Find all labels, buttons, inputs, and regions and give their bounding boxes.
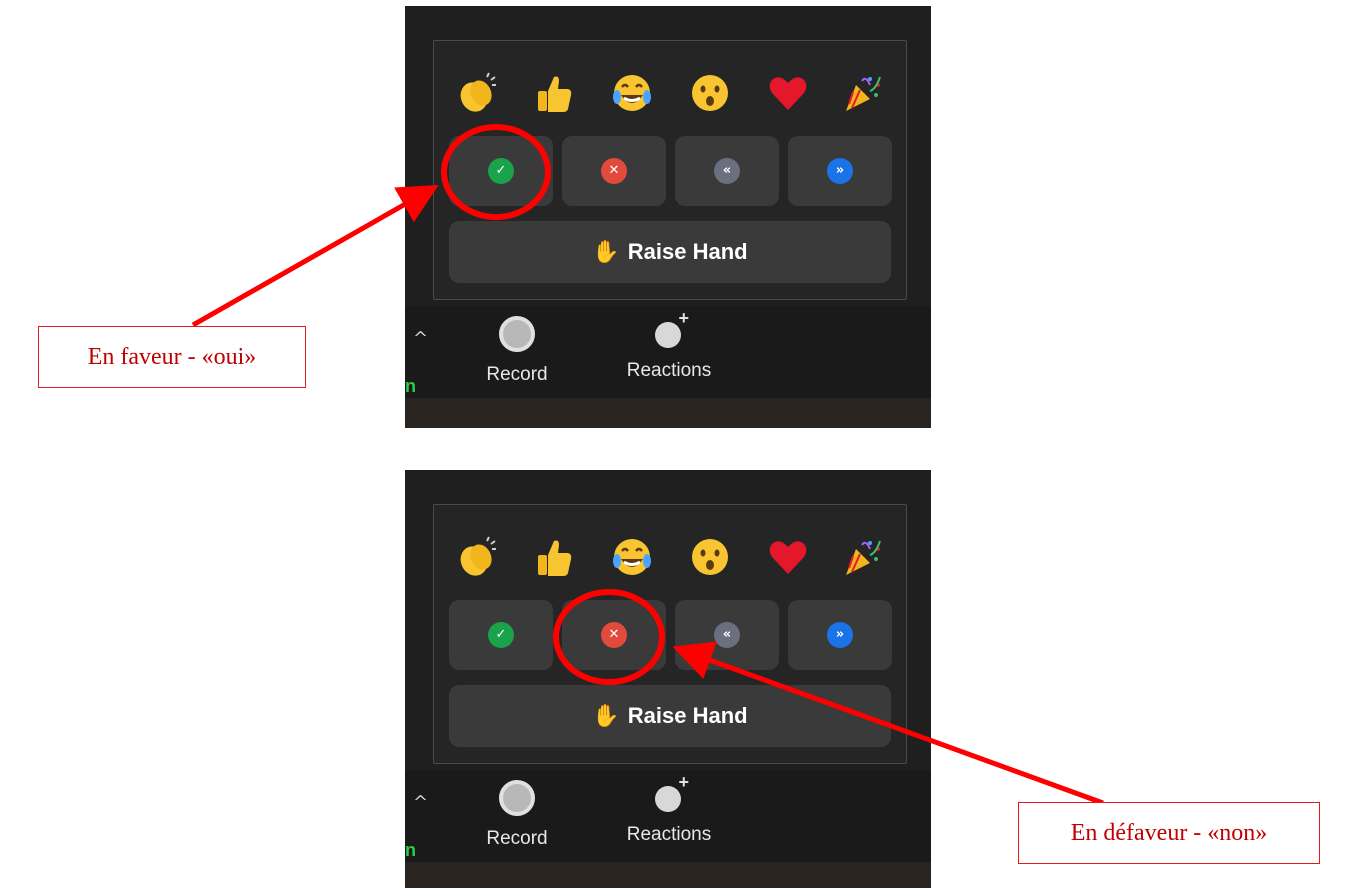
thumbs-up-emoji-button[interactable] (532, 535, 576, 579)
surprised-face-icon (692, 539, 728, 575)
party-popper-icon (846, 76, 881, 111)
no-feedback-button[interactable]: ✕ (562, 600, 666, 670)
party-popper-emoji-button[interactable] (840, 71, 884, 115)
heart-icon (769, 77, 807, 110)
callout-no: En défaveur - «non» (1018, 802, 1320, 864)
record-icon (499, 780, 535, 816)
record-button[interactable]: Record (477, 316, 557, 386)
thumbs-up-icon (538, 540, 572, 576)
heart-emoji-button[interactable] (766, 71, 810, 115)
slow-down-feedback-button[interactable]: « (675, 136, 779, 206)
arrow-to-yes (191, 185, 439, 328)
tears-of-joy-emoji-button[interactable] (610, 71, 654, 115)
toolbar-bottom-band (405, 862, 931, 888)
heart-emoji-button[interactable] (766, 535, 810, 579)
cross-icon: ✕ (601, 622, 627, 648)
reactions-icon: + (651, 772, 689, 814)
reactions-label: Reactions (626, 360, 712, 381)
caret-up-icon[interactable]: ^ (413, 328, 428, 349)
raised-hand-icon: ✋ (592, 704, 620, 729)
thumbs-up-emoji-button[interactable] (532, 71, 576, 115)
check-icon: ✓ (488, 622, 514, 648)
clap-emoji-button[interactable] (454, 535, 498, 579)
reactions-label: Reactions (626, 824, 712, 845)
surprised-emoji-button[interactable] (688, 535, 732, 579)
toolbar-bottom-band (405, 398, 931, 428)
surprised-face-icon (692, 75, 728, 111)
raise-hand-button[interactable]: ✋ Raise Hand (449, 221, 891, 283)
tears-of-joy-icon (613, 75, 651, 111)
reactions-button[interactable]: + Reactions (611, 772, 727, 846)
raised-hand-icon: ✋ (592, 240, 620, 265)
callout-yes: En faveur - «oui» (38, 326, 306, 388)
caret-up-icon[interactable]: ^ (413, 792, 428, 813)
speed-up-icon: » (827, 622, 853, 648)
callout-no-label: En défaveur - «non» (1070, 820, 1268, 846)
tears-of-joy-emoji-button[interactable] (610, 535, 654, 579)
surprised-emoji-button[interactable] (688, 71, 732, 115)
clap-icon (460, 72, 496, 112)
partial-toolbar-label: n (405, 840, 416, 860)
heart-icon (769, 541, 807, 574)
speed-up-feedback-button[interactable]: » (788, 600, 892, 670)
zoom-screenshot-bottom: ✓ ✕ « » ✋ Raise Hand ^ n Record + Reactio… (405, 470, 931, 888)
party-popper-emoji-button[interactable] (840, 535, 884, 579)
check-icon: ✓ (488, 158, 514, 184)
raise-hand-label: Raise Hand (627, 703, 748, 728)
zoom-screenshot-top: ✓ ✕ « » ✋ Raise Hand ^ n Record + Reactio… (405, 6, 931, 428)
yes-feedback-button[interactable]: ✓ (449, 136, 553, 206)
raise-hand-button[interactable]: ✋ Raise Hand (449, 685, 891, 747)
yes-feedback-button[interactable]: ✓ (449, 600, 553, 670)
clap-emoji-button[interactable] (454, 71, 498, 115)
party-popper-icon (846, 540, 881, 575)
reactions-panel: ✓ ✕ « » ✋ Raise Hand (433, 504, 907, 764)
slow-down-icon: « (714, 622, 740, 648)
raise-hand-label: Raise Hand (627, 239, 748, 264)
partial-toolbar-label: n (405, 376, 416, 396)
slow-down-feedback-button[interactable]: « (675, 600, 779, 670)
reactions-panel: ✓ ✕ « » ✋ Raise Hand (433, 40, 907, 300)
speed-up-icon: » (827, 158, 853, 184)
record-button[interactable]: Record (477, 780, 557, 850)
speed-up-feedback-button[interactable]: » (788, 136, 892, 206)
slow-down-icon: « (714, 158, 740, 184)
clap-icon (460, 536, 496, 576)
tears-of-joy-icon (613, 539, 651, 575)
record-icon (499, 316, 535, 352)
record-label: Record (486, 828, 548, 849)
reactions-icon: + (651, 308, 689, 350)
record-label: Record (486, 364, 548, 385)
cross-icon: ✕ (601, 158, 627, 184)
thumbs-up-icon (538, 76, 572, 112)
no-feedback-button[interactable]: ✕ (562, 136, 666, 206)
callout-yes-label: En faveur - «oui» (87, 344, 257, 370)
reactions-button[interactable]: + Reactions (611, 308, 727, 382)
